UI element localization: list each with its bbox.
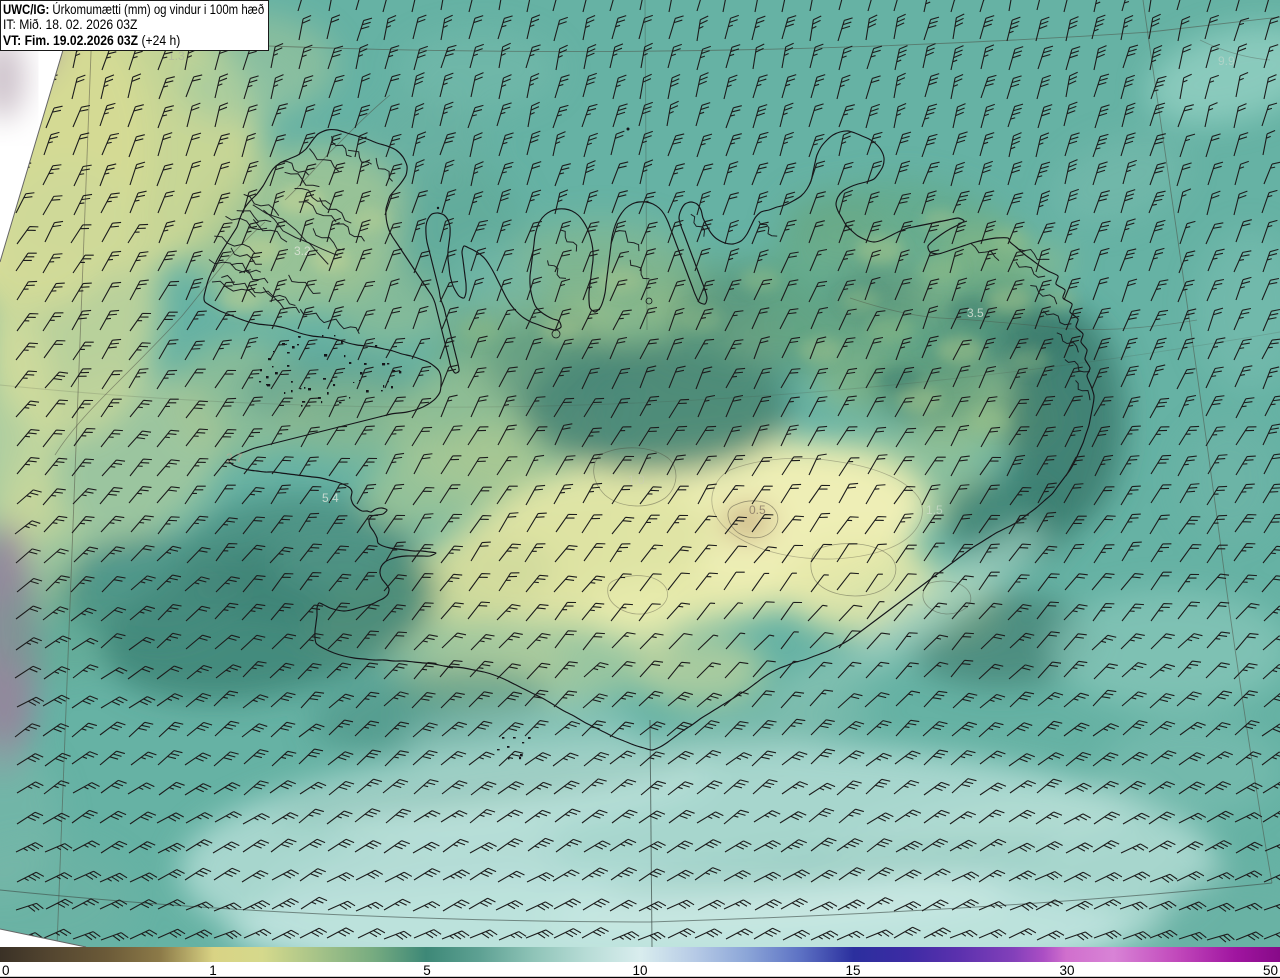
svg-text:15: 15 <box>845 963 860 978</box>
svg-text:30: 30 <box>1059 963 1074 978</box>
svg-text:5: 5 <box>423 963 431 978</box>
svg-text:5.4: 5.4 <box>322 491 339 505</box>
svg-text:1.3: 1.3 <box>168 49 185 63</box>
svg-text:0.5: 0.5 <box>749 503 766 517</box>
svg-text:3.5: 3.5 <box>967 306 984 320</box>
svg-text:1: 1 <box>209 963 217 978</box>
svg-text:1.0: 1.0 <box>628 473 645 487</box>
svg-text:3.2: 3.2 <box>294 244 311 258</box>
svg-text:0: 0 <box>2 963 10 978</box>
svg-text:10: 10 <box>632 963 647 978</box>
svg-text:9.9: 9.9 <box>1218 54 1235 68</box>
svg-text:50: 50 <box>1263 963 1278 978</box>
